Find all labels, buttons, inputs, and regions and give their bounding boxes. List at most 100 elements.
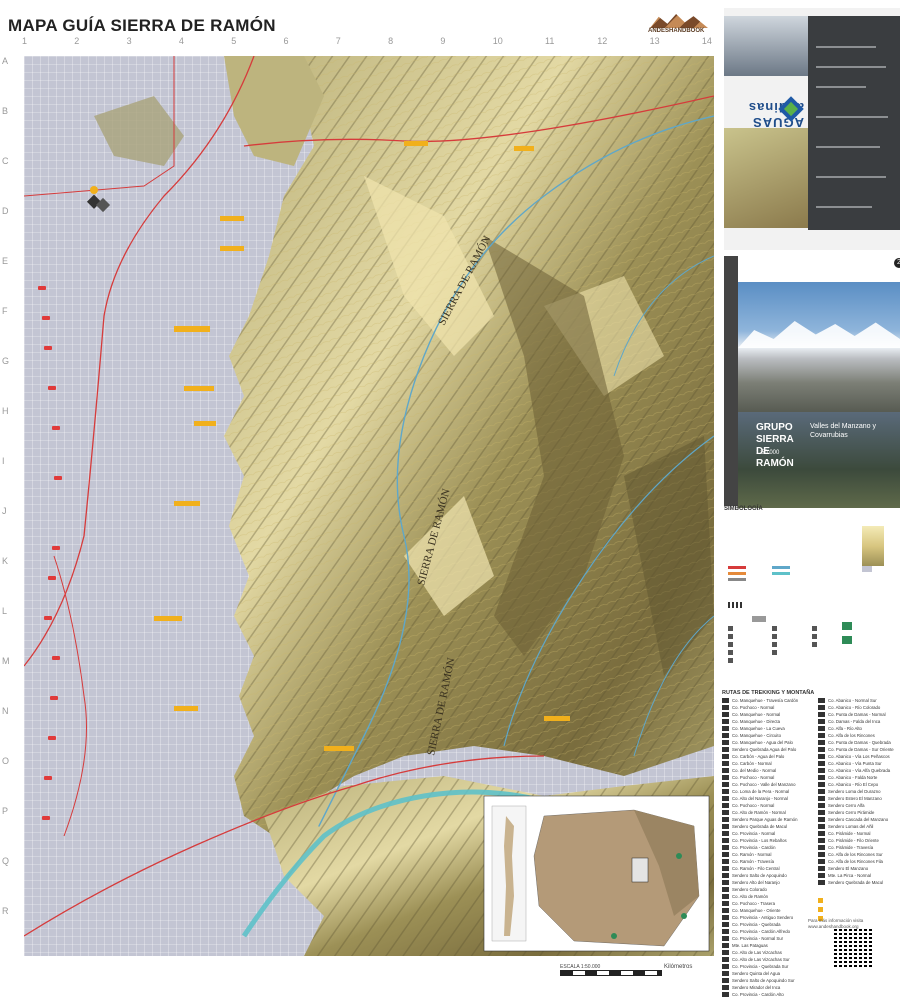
route-class-legend <box>818 890 878 921</box>
route-item: Co. Alto de Las Vizcachas <box>722 950 810 957</box>
route-item: Sendero Quebrada Agua del Palo <box>722 747 810 754</box>
route-item: Sendero Parque Aguas de Ramón <box>722 817 810 824</box>
route-item: Co. Alto del Naranjo - Normal <box>722 796 810 803</box>
map-legend: SIMBOLOGÍA <box>722 506 898 696</box>
grid-row-label: P <box>2 806 9 816</box>
grid-row-label: B <box>2 106 9 116</box>
route-item: Co. Abanico - Río El Cepo <box>818 782 900 789</box>
route-item: Co. Alfa - Río Alto <box>818 726 900 733</box>
route-item: Co. Pochoco - Normal <box>722 803 810 810</box>
cover-scale: 1:50 000 <box>756 450 780 456</box>
route-item: Sendero El Manzano <box>818 866 900 873</box>
grid-row-label: R <box>2 906 9 916</box>
route-item: Co. Abanico - Río Colorado <box>818 705 900 712</box>
cover-title: GRUPO SIERRA DE RAMÓN <box>756 422 794 469</box>
grid-row-label: F <box>2 306 8 316</box>
cover-spine <box>724 256 738 506</box>
grid-column-label: 3 <box>126 36 132 46</box>
grid-row-label: L <box>2 606 8 616</box>
grid-row-label: E <box>2 256 9 266</box>
route-item: Co. Ramón - Filo Central <box>722 866 810 873</box>
route-item: Co. Alto de Las Vizcachas Sur <box>722 957 810 964</box>
route-item: Co. Manquehue - Directa <box>722 719 810 726</box>
city-photo <box>724 16 808 76</box>
route-item: Co. Abanico - Vía Alfa Quebrada <box>818 768 900 775</box>
route-item: Sendero Salto de Apoquindo Sur <box>722 978 810 985</box>
route-item: Co. Manquehue - Travesía Cardón <box>722 698 810 705</box>
grid-column-label: 9 <box>440 36 446 46</box>
route-item: Co. Punta de Damas - Quebrada <box>818 740 900 747</box>
route-item: Co. Abanico - Vía Los Peñascos <box>818 754 900 761</box>
grid-column-label: 13 <box>649 36 660 46</box>
route-item: Co. Pochoco - Trasera <box>722 901 810 908</box>
route-item: Co. Pochoco - Normal <box>722 775 810 782</box>
back-cover: AGUAS andinas <box>724 8 900 250</box>
grid-row-label: H <box>2 406 9 416</box>
grid-column-label: 12 <box>597 36 608 46</box>
grid-row-label: G <box>2 356 10 366</box>
andeshandbook-logo: ANDESHANDBOOK <box>648 14 710 36</box>
grid-row-label: Q <box>2 856 10 866</box>
route-item: Sendero Quebrada de Macul <box>818 880 900 887</box>
cover-subtitle: Valles del Manzano y Covarrubias <box>810 423 877 439</box>
qr-code-icon[interactable] <box>834 927 874 967</box>
scale-unit: Kilómetros <box>664 964 693 970</box>
scale-ratio: ESCALA 1:50.000 <box>560 964 601 970</box>
route-item: Co. Abanico - Normal Sur <box>818 698 900 705</box>
grid-row-label: O <box>2 756 10 766</box>
route-item: Sendero Salto de Apoquindo <box>722 873 810 880</box>
grid-column-label: 5 <box>231 36 237 46</box>
route-item: Co. Manquehue - Normal <box>722 712 810 719</box>
back-cover-text-block <box>808 16 900 230</box>
route-item: Co. Provincia - Cardón <box>722 845 810 852</box>
routes-column-right: Co. Abanico - Normal Sur Co. Abanico - Rí… <box>818 698 900 887</box>
grid-column-labels: 1 2 3 4 5 6 7 8 9 10 11 12 13 14 <box>22 36 714 46</box>
grid-column-label: 14 <box>701 36 712 46</box>
mini-map-photo <box>724 128 808 228</box>
route-item: Co. Alfa de los Rincones Sur <box>818 852 900 859</box>
grid-row-label: N <box>2 706 9 716</box>
grid-row-label: J <box>2 506 7 516</box>
route-item: Co. Carbón - Normal <box>722 761 810 768</box>
route-item: Co. Pirámide - Travesía <box>818 845 900 852</box>
grid-row-label: I <box>2 456 5 466</box>
route-item: Sendero Quinta del Agua <box>722 971 810 978</box>
route-item: Sendero Colorado <box>722 887 810 894</box>
route-item: Co. Abanico - Falda Norte <box>818 775 900 782</box>
location-inset-map <box>483 795 710 952</box>
grid-column-label: 7 <box>335 36 341 46</box>
cover-title-block: GRUPO SIERRA DE RAMÓN Valles del Manzano… <box>738 412 900 508</box>
route-item: Mte. La Pirca - Normal <box>818 873 900 880</box>
route-item: Co. Provincia - Los Rebaños <box>722 838 810 845</box>
grid-row-label: A <box>2 56 9 66</box>
topographic-map[interactable]: SIERRA DE RAMÓN SIERRA DE RAMÓN SIERRA D… <box>24 56 714 956</box>
route-item: Sendero Quebrada de Macul <box>722 824 810 831</box>
route-item: Co. Alto de Ramón - Normal <box>722 810 810 817</box>
page-number-badge: 2 <box>894 258 900 268</box>
route-item: Sendero Cerro Alfa <box>818 803 900 810</box>
route-item: Co. Ramón - Normal <box>722 852 810 859</box>
route-item: Co. Provincia - Cardón Alto <box>722 992 810 999</box>
route-item: Co. Manquehue - Agua del Palo <box>722 740 810 747</box>
route-item: Co. Punta de Damas - Normal <box>818 712 900 719</box>
grid-column-label: 11 <box>545 36 555 46</box>
route-item: Co. Pirámide - Normal <box>818 831 900 838</box>
route-item: Co. Pochoco - Valle del Manzano <box>722 782 810 789</box>
route-item: Sendero Loma del Durazno <box>818 789 900 796</box>
route-item: Co. Provincia - Antiguo Sendero <box>722 915 810 922</box>
mountain-range-photo <box>738 282 900 422</box>
route-item: Sendero Cascada del Manzano <box>818 817 900 824</box>
route-item: Sendero Estero El Manzano <box>818 796 900 803</box>
route-item: Co. Carbón - Agua del Palo <box>722 754 810 761</box>
brand-label: ANDESHANDBOOK <box>648 28 705 34</box>
grid-row-label: M <box>2 656 10 666</box>
grid-column-label: 10 <box>492 36 503 46</box>
route-item: Co. Alfa de los Rincones Fila <box>818 859 900 866</box>
route-item: Co. Damas - Falda del Inca <box>818 719 900 726</box>
route-item: Sendero Mirador del Inca <box>722 985 810 992</box>
grid-row-labels: A B C D E F G H I J K L M N O P Q R <box>0 56 14 956</box>
grid-column-label: 2 <box>74 36 80 46</box>
route-item: Co. Alfa de los Rincones <box>818 733 900 740</box>
grid-column-label: 4 <box>178 36 184 46</box>
grid-column-label: 8 <box>388 36 394 46</box>
